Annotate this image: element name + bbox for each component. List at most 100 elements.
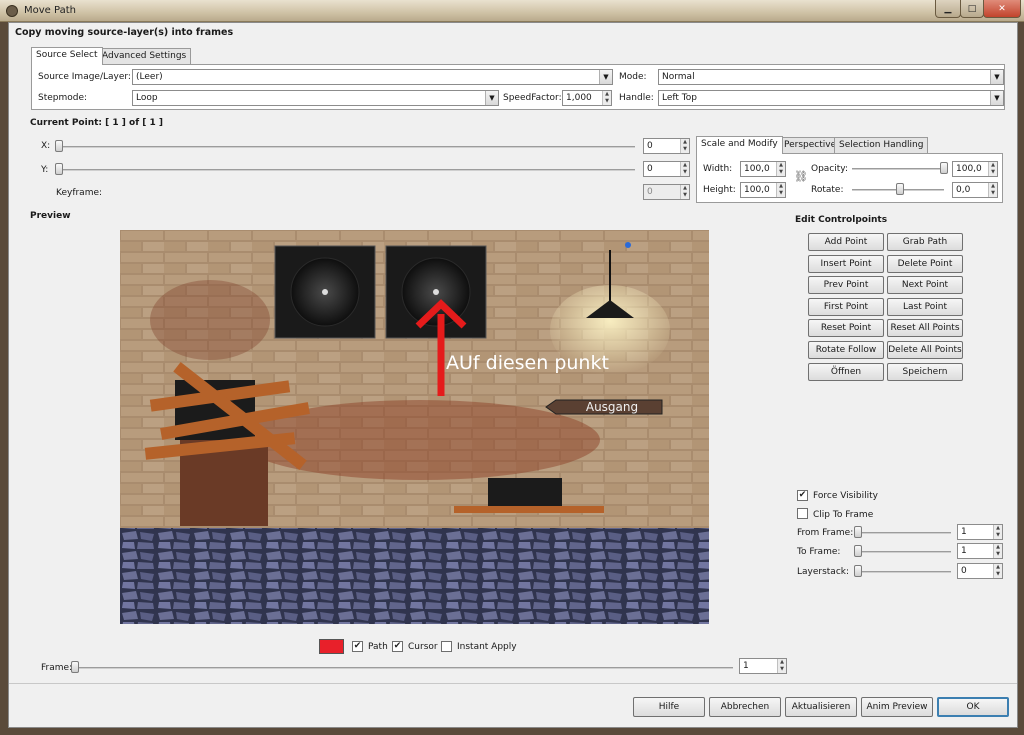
delete-all-points-button[interactable]: Delete All Points [887, 341, 963, 359]
stepmode-value: Loop [136, 93, 158, 103]
handle-label: Handle: [619, 93, 654, 103]
gimp-icon [6, 5, 18, 17]
ok-button[interactable]: OK [937, 697, 1009, 717]
footer-divider [9, 683, 1017, 684]
stepmode-label: Stepmode: [38, 93, 88, 103]
help-button[interactable]: Hilfe [633, 697, 705, 717]
opacity-label: Opacity: [811, 164, 848, 174]
opacity-value: 100,0 [956, 164, 982, 174]
tab-selection-handling[interactable]: Selection Handling [834, 137, 929, 154]
clip-to-frame-checkbox[interactable] [797, 508, 808, 519]
stepmode-combo[interactable]: Loop ▼ [132, 90, 499, 106]
path-label: Path [368, 642, 388, 652]
y-slider-track[interactable] [55, 169, 635, 171]
prev-point-button[interactable]: Prev Point [808, 276, 884, 295]
spin-arrows-icon: ▲ ▼ [680, 185, 689, 199]
from-frame-slider-track[interactable] [854, 532, 951, 534]
from-frame-label: From Frame: [797, 528, 854, 538]
x-label: X: [41, 141, 51, 151]
x-spinner[interactable]: 0 ▲ ▼ [643, 138, 690, 154]
source-layer-value: (Leer) [136, 72, 163, 82]
y-spinner[interactable]: 0 ▲ ▼ [643, 161, 690, 177]
speedfactor-value: 1,000 [566, 93, 592, 103]
current-point-label: Current Point: [ 1 ] of [ 1 ] [30, 118, 164, 128]
layerstack-slider-track[interactable] [854, 571, 951, 573]
insert-point-button[interactable]: Insert Point [808, 254, 884, 273]
cancel-button[interactable]: Abbrechen [709, 697, 781, 717]
clip-to-frame-label: Clip To Frame [813, 510, 874, 520]
open-button[interactable]: Öffnen [808, 362, 884, 381]
spin-arrows-icon: ▲ ▼ [777, 659, 786, 673]
add-point-button[interactable]: Add Point [808, 233, 884, 251]
reset-all-points-button[interactable]: Reset All Points [887, 319, 963, 338]
rotate-follow-button[interactable]: Rotate Follow [808, 341, 884, 359]
layerstack-spinner[interactable]: 0 ▲ ▼ [957, 563, 1003, 579]
dropdown-arrow-icon: ▼ [599, 70, 612, 84]
rotate-value: 0,0 [956, 185, 971, 195]
dropdown-arrow-icon: ▼ [990, 91, 1003, 105]
opacity-slider-track[interactable] [852, 168, 944, 170]
spin-arrows-icon: ▲ ▼ [988, 183, 997, 197]
tab-source-select[interactable]: Source Select [31, 47, 103, 65]
to-frame-spinner[interactable]: 1 ▲ ▼ [957, 543, 1003, 559]
tab-perspective[interactable]: Perspective [779, 137, 842, 154]
width-spinner[interactable]: 100,0 ▲ ▼ [740, 161, 786, 177]
rotate-slider-thumb[interactable] [896, 183, 904, 195]
y-slider-thumb[interactable] [55, 163, 63, 175]
maximize-button[interactable]: □ [960, 0, 984, 18]
to-frame-slider-track[interactable] [854, 551, 951, 553]
close-button[interactable]: ✕ [983, 0, 1021, 18]
edit-controlpoints-label: Edit Controlpoints [795, 215, 888, 225]
y-value: 0 [647, 164, 653, 174]
save-button[interactable]: Speichern [887, 362, 963, 381]
preview-canvas[interactable]: Ausgang AUf diesen punkt [120, 230, 709, 624]
spin-arrows-icon: ▲ ▼ [993, 564, 1002, 578]
frame-label: Frame: [41, 663, 73, 673]
keyframe-spinner: 0 ▲ ▼ [643, 184, 690, 200]
from-frame-spinner[interactable]: 1 ▲ ▼ [957, 524, 1003, 540]
refresh-button[interactable]: Aktualisieren [785, 697, 857, 717]
source-select-panel: Source Image/Layer: (Leer) ▼ Mode: Normal… [31, 64, 1005, 110]
from-frame-slider-thumb[interactable] [854, 526, 862, 538]
frame-slider-thumb[interactable] [71, 661, 79, 673]
anim-preview-button[interactable]: Anim Preview [861, 697, 933, 717]
window-title: Move Path [24, 5, 76, 16]
spin-arrows-icon: ▲ ▼ [680, 162, 689, 176]
source-layer-combo[interactable]: (Leer) ▼ [132, 69, 613, 85]
tab-scale-and-modify[interactable]: Scale and Modify [696, 136, 783, 154]
instant-apply-checkbox[interactable] [441, 641, 452, 652]
cursor-checkbox[interactable]: ✔ [392, 641, 403, 652]
first-point-button[interactable]: First Point [808, 297, 884, 316]
width-value: 100,0 [744, 164, 770, 174]
force-visibility-checkbox[interactable]: ✔ [797, 490, 808, 501]
opacity-spinner[interactable]: 100,0 ▲ ▼ [952, 161, 998, 177]
speedfactor-spinner[interactable]: 1,000 ▲ ▼ [562, 90, 612, 106]
x-slider-thumb[interactable] [55, 140, 63, 152]
chain-link-icon[interactable]: ⛓ [794, 170, 808, 183]
path-checkbox[interactable]: ✔ [352, 641, 363, 652]
to-frame-value: 1 [961, 546, 967, 556]
to-frame-slider-thumb[interactable] [854, 545, 862, 557]
frame-spinner[interactable]: 1 ▲ ▼ [739, 658, 787, 674]
minimize-button[interactable]: ▁ [935, 0, 961, 18]
grab-path-button[interactable]: Grab Path [887, 233, 963, 251]
height-label: Height: [703, 185, 736, 195]
last-point-button[interactable]: Last Point [887, 297, 963, 316]
next-point-button[interactable]: Next Point [887, 276, 963, 295]
tab-advanced-settings[interactable]: Advanced Settings [97, 48, 192, 65]
layerstack-slider-thumb[interactable] [854, 565, 862, 577]
speedfactor-label: SpeedFactor: [503, 93, 562, 103]
handle-combo[interactable]: Left Top ▼ [658, 90, 1004, 106]
rotate-spinner[interactable]: 0,0 ▲ ▼ [952, 182, 998, 198]
height-spinner[interactable]: 100,0 ▲ ▼ [740, 182, 786, 198]
frame-slider-track[interactable] [71, 667, 733, 669]
rotate-label: Rotate: [811, 185, 844, 195]
x-slider-track[interactable] [55, 146, 635, 148]
instant-apply-label: Instant Apply [457, 642, 517, 652]
to-frame-label: To Frame: [797, 547, 841, 557]
opacity-slider-thumb[interactable] [940, 162, 948, 174]
mode-combo[interactable]: Normal ▼ [658, 69, 1004, 85]
path-color-button[interactable] [319, 639, 344, 654]
reset-point-button[interactable]: Reset Point [808, 319, 884, 338]
delete-point-button[interactable]: Delete Point [887, 254, 963, 273]
